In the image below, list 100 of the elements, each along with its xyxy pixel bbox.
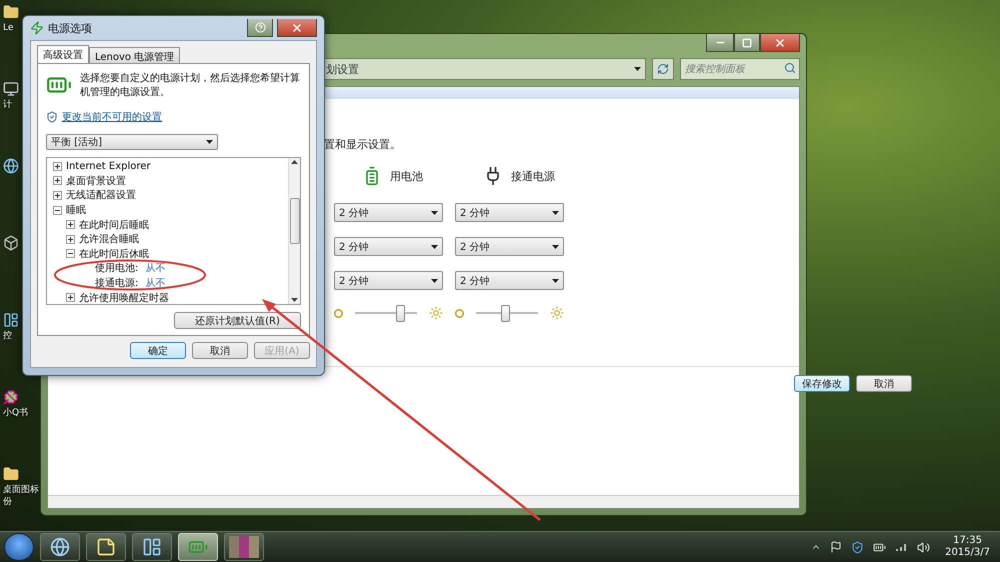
- time-dropdown[interactable]: 2 分钟: [455, 203, 564, 222]
- settings-link[interactable]: 更改当前不可用的设置: [62, 110, 162, 124]
- tree-item[interactable]: 睡眠: [66, 203, 86, 218]
- close-icon: [291, 22, 303, 34]
- sun-icon: [429, 306, 443, 320]
- intro-text: 置和显示设置。: [324, 137, 402, 152]
- tree-item[interactable]: 在此时间后休眠: [79, 246, 149, 261]
- expand-icon[interactable]: [66, 293, 75, 302]
- dialog-button[interactable]: 确定: [130, 342, 186, 359]
- column-header: 用电池: [390, 168, 423, 184]
- tree-item[interactable]: 桌面背景设置: [66, 174, 126, 188]
- help-button[interactable]: [247, 19, 273, 37]
- close-button[interactable]: [760, 34, 800, 52]
- maximize-button[interactable]: [734, 34, 760, 52]
- panel-icon: [3, 312, 19, 328]
- setting-label: 使用电池:: [95, 262, 138, 276]
- close-icon: [774, 36, 786, 48]
- refresh-icon: [657, 63, 669, 75]
- desktop-icon-label[interactable]: 桌面图标份: [3, 484, 39, 508]
- caret-icon: [431, 244, 438, 248]
- expand-icon[interactable]: [53, 162, 62, 171]
- folder-icon: [3, 466, 19, 482]
- plan-dropdown[interactable]: 平衡 [活动]: [46, 134, 218, 150]
- taskbar-button[interactable]: [86, 533, 126, 561]
- expand-icon[interactable]: [66, 234, 75, 244]
- scroll-thumb[interactable]: [290, 198, 300, 244]
- collapse-icon[interactable]: [53, 206, 62, 215]
- maximize-icon: [742, 38, 752, 48]
- clock-time: 17:35: [953, 535, 982, 547]
- dim-icon: [334, 308, 343, 318]
- clover-icon: [3, 389, 19, 405]
- globe-icon: [50, 537, 70, 557]
- notes-icon: [96, 537, 116, 557]
- signal-icon[interactable]: [895, 542, 908, 552]
- tree-item[interactable]: Internet Explorer: [66, 160, 151, 172]
- flag-icon[interactable]: [830, 541, 842, 553]
- restore-defaults-button[interactable]: 还原计划默认值(R): [174, 312, 301, 329]
- setting-label: 接通电源:: [95, 276, 138, 290]
- start-button[interactable]: [4, 533, 34, 561]
- refresh-button[interactable]: [652, 58, 674, 80]
- tab[interactable]: Lenovo 电源管理: [89, 47, 180, 63]
- tree-item[interactable]: 无线适配器设置: [66, 188, 136, 202]
- desktop-icon-label[interactable]: Le: [3, 22, 14, 34]
- dim-icon: [455, 308, 464, 318]
- taskbar-button[interactable]: [132, 533, 172, 561]
- column-header: 接通电源: [511, 168, 555, 184]
- time-dropdown[interactable]: 2 分钟: [455, 237, 564, 256]
- caret-icon: [206, 140, 213, 144]
- taskbar-button[interactable]: [224, 533, 264, 561]
- expand-icon[interactable]: [66, 220, 75, 230]
- help-icon: [254, 22, 266, 33]
- computer-icon: [3, 81, 19, 97]
- blurred-thumbnail: [229, 536, 259, 558]
- caret-icon: [552, 244, 559, 248]
- scroll-down-icon[interactable]: [291, 296, 298, 304]
- search-icon[interactable]: [784, 62, 796, 74]
- setting-value-link[interactable]: 从不: [145, 261, 166, 276]
- taskbar-button[interactable]: [40, 533, 80, 561]
- caret-icon: [431, 278, 438, 282]
- search-field[interactable]: 搜索控制面板: [680, 58, 800, 80]
- collapse-icon[interactable]: [66, 249, 75, 258]
- dialog-button[interactable]: 取消: [192, 342, 248, 359]
- time-dropdown[interactable]: 2 分钟: [334, 203, 443, 222]
- close-button[interactable]: [277, 19, 317, 37]
- shield-icon[interactable]: [851, 540, 864, 554]
- desktop-icon-label[interactable]: 控: [3, 330, 12, 342]
- expand-icon[interactable]: [53, 176, 62, 186]
- caret-icon: [552, 210, 559, 214]
- slider-thumb[interactable]: [396, 305, 405, 322]
- sun-icon: [550, 306, 564, 320]
- program-icon: [3, 235, 19, 251]
- volume-icon[interactable]: [917, 540, 930, 554]
- setting-value-link[interactable]: 从不: [145, 276, 166, 290]
- tab[interactable]: 高级设置: [37, 45, 89, 63]
- battery-icon[interactable]: [873, 540, 886, 554]
- panel-icon: [142, 537, 162, 557]
- scrollbar[interactable]: [288, 158, 300, 304]
- scroll-up-icon[interactable]: [291, 158, 298, 166]
- clock[interactable]: 17:35 2015/3/7: [939, 535, 996, 559]
- dialog-button[interactable]: 取消: [856, 375, 912, 392]
- minimize-button[interactable]: [706, 34, 734, 52]
- time-dropdown[interactable]: 2 分钟: [334, 271, 443, 290]
- caret-icon: [634, 67, 641, 71]
- time-dropdown[interactable]: 2 分钟: [455, 271, 564, 290]
- dialog-button[interactable]: 保存修改: [794, 375, 850, 392]
- tree-item[interactable]: 允许使用唤醒定时器: [79, 290, 169, 304]
- globe-icon: [3, 158, 19, 174]
- caret-icon: [431, 210, 438, 214]
- desktop-icon-label[interactable]: 计: [3, 99, 12, 111]
- folder-icon: [3, 4, 19, 20]
- tree-item[interactable]: 允许混合睡眠: [79, 232, 139, 246]
- desktop-icon-label[interactable]: 小Q书: [3, 407, 28, 419]
- slider-thumb[interactable]: [501, 305, 510, 322]
- tree-item[interactable]: 在此时间后睡眠: [79, 218, 149, 232]
- shield-icon: [46, 111, 58, 123]
- expand-icon[interactable]: [53, 190, 62, 200]
- power-icon: [30, 21, 44, 35]
- time-dropdown[interactable]: 2 分钟: [334, 237, 443, 256]
- dialog-title: 电源选项: [48, 20, 93, 36]
- caret-icon: [552, 278, 559, 282]
